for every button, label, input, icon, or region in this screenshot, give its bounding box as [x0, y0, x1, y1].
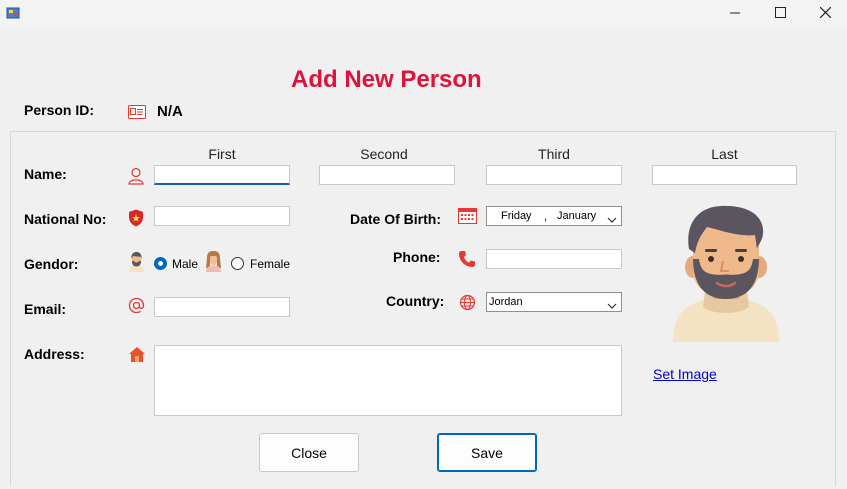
dob-month: January — [557, 210, 597, 222]
second-name-input[interactable] — [319, 165, 455, 185]
first-name-header: First — [208, 146, 236, 162]
male-radio-label[interactable]: Male — [172, 257, 198, 271]
third-name-header: Third — [538, 146, 570, 162]
address-textarea[interactable] — [154, 345, 622, 416]
last-name-header: Last — [711, 146, 738, 162]
shield-icon — [128, 209, 144, 232]
last-name-input[interactable] — [652, 165, 797, 185]
male-radio[interactable] — [154, 257, 167, 270]
female-radio[interactable] — [231, 257, 244, 270]
maximize-icon — [774, 5, 786, 23]
phone-label: Phone: — [393, 249, 441, 265]
maximize-button[interactable] — [757, 0, 803, 28]
save-button[interactable]: Save — [437, 433, 537, 472]
female-radio-label[interactable]: Female — [250, 257, 290, 271]
dob-label: Date Of Birth: — [350, 211, 441, 227]
third-name-input[interactable] — [486, 165, 622, 185]
id-card-icon — [128, 105, 146, 124]
minimize-button[interactable] — [712, 0, 758, 28]
person-id-value: N/A — [157, 103, 183, 120]
address-label: Address: — [24, 346, 85, 362]
gender-label: Gendor: — [24, 256, 79, 272]
phone-icon — [458, 250, 476, 273]
country-selected-value: Jordan — [489, 296, 523, 308]
chevron-down-icon[interactable] — [607, 298, 617, 311]
second-name-header: Second — [360, 146, 408, 162]
form-title: Add New Person — [291, 66, 482, 93]
calendar-icon — [458, 207, 477, 229]
male-avatar-icon — [128, 251, 145, 277]
person-outline-icon — [128, 167, 144, 190]
chevron-down-icon[interactable] — [607, 212, 617, 225]
home-icon — [128, 346, 146, 368]
country-select[interactable]: Jordan — [486, 292, 622, 312]
email-label: Email: — [24, 301, 67, 317]
dob-separator: , — [544, 211, 548, 223]
dob-day-name: Friday — [501, 210, 532, 222]
app-form-icon — [6, 6, 20, 20]
national-no-label: National No: — [24, 211, 107, 227]
set-image-link[interactable]: Set Image — [653, 366, 717, 382]
email-input[interactable] — [154, 297, 290, 317]
close-window-button[interactable] — [802, 0, 847, 28]
at-sign-icon — [128, 297, 145, 319]
female-avatar-icon — [205, 250, 222, 277]
person-photo — [667, 203, 785, 348]
close-button[interactable]: Close — [259, 433, 359, 472]
national-no-input[interactable] — [154, 206, 290, 226]
dob-date-picker[interactable]: Friday , January — [486, 206, 622, 226]
phone-input[interactable] — [486, 249, 622, 269]
first-name-input[interactable] — [154, 165, 290, 185]
globe-icon — [459, 294, 476, 316]
minimize-icon — [730, 5, 740, 23]
person-id-label: Person ID: — [24, 102, 95, 118]
country-label: Country: — [386, 293, 445, 309]
close-icon — [819, 5, 831, 23]
name-label: Name: — [24, 166, 67, 182]
